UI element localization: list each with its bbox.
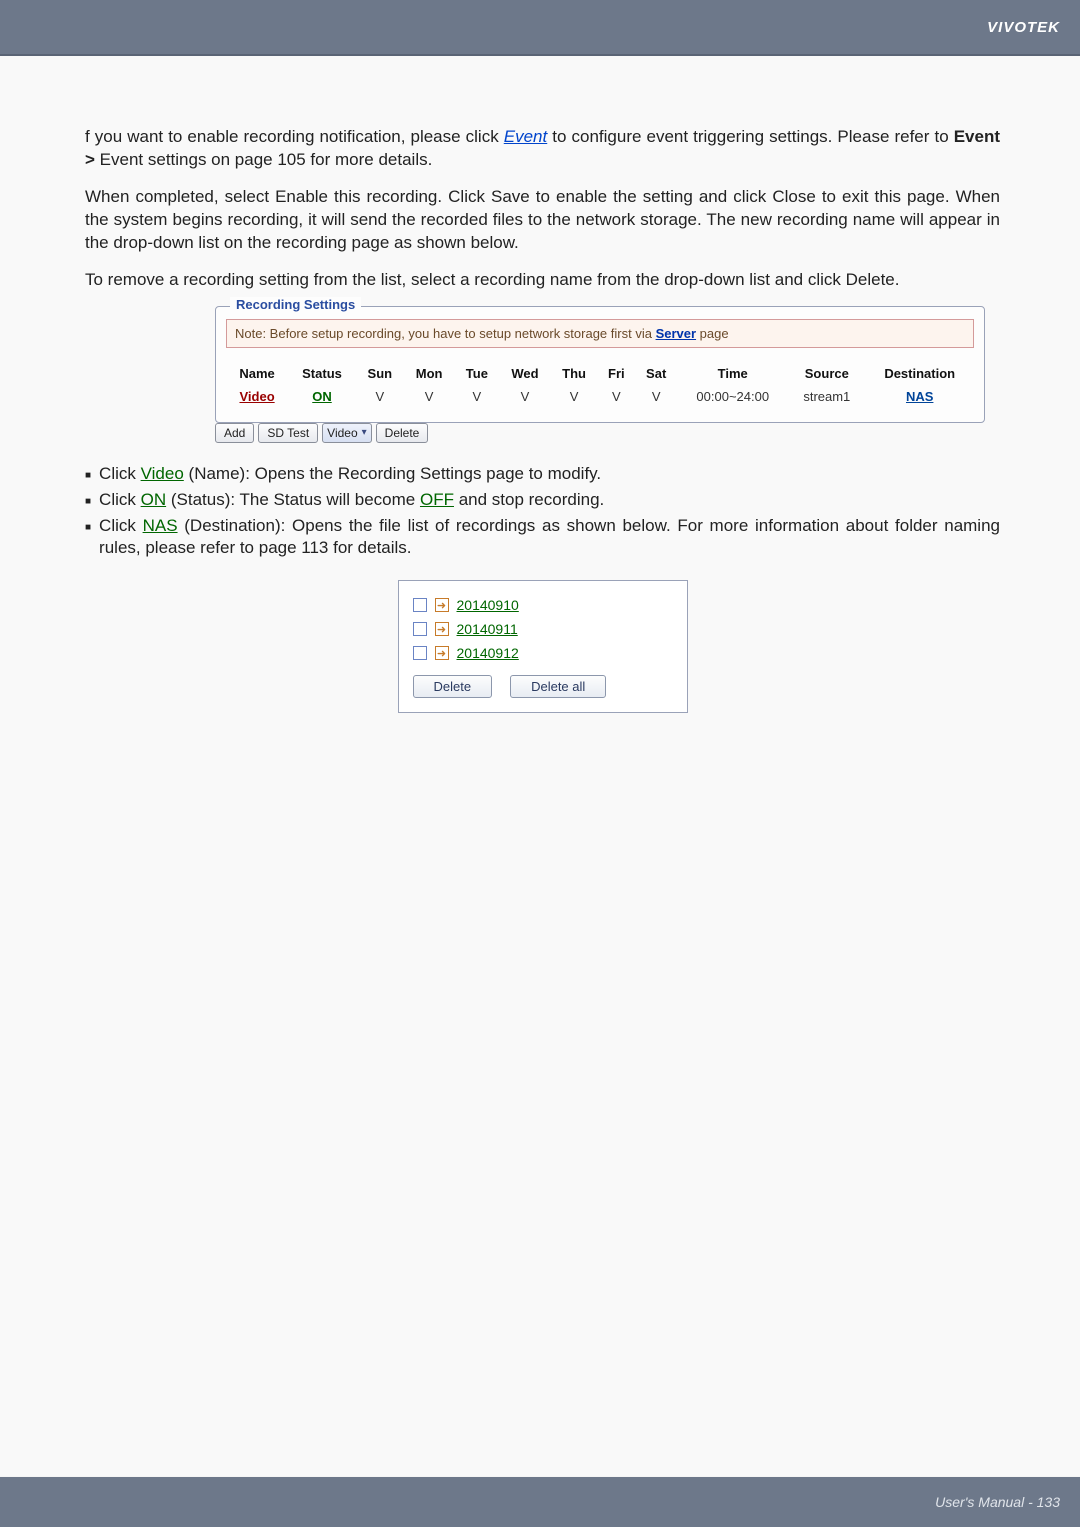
row-tue: V [455, 385, 500, 408]
row-source: stream1 [788, 385, 865, 408]
row-wed: V [499, 385, 550, 408]
arrow-right-icon: ➜ [435, 598, 449, 612]
footer-text: User's Manual - 133 [935, 1494, 1060, 1510]
row-sun: V [356, 385, 404, 408]
text: (Name): Opens the Recording Settings pag… [189, 464, 602, 483]
text: Click [99, 490, 141, 509]
server-link[interactable]: Server [656, 326, 696, 341]
folder-link[interactable]: 20140912 [457, 645, 519, 661]
col-name: Name [226, 362, 288, 385]
note-bar: Note: Before setup recording, you have t… [226, 319, 974, 348]
row-time: 00:00~24:00 [677, 385, 788, 408]
bullet-list: ■ Click Video (Name): Opens the Recordin… [85, 463, 1000, 561]
col-fri: Fri [598, 362, 636, 385]
bullet-2-text: Click ON (Status): The Status will becom… [99, 489, 604, 512]
bullet-icon: ■ [85, 495, 91, 509]
row-sat: V [635, 385, 677, 408]
text: Click [99, 464, 141, 483]
paragraph-2: When completed, select Enable this recor… [85, 186, 1000, 255]
col-sat: Sat [635, 362, 677, 385]
text: to configure event triggering settings. … [552, 127, 953, 146]
paragraph-1: f you want to enable recording notificat… [85, 126, 1000, 172]
folder-link[interactable]: 20140910 [457, 597, 519, 613]
checkbox[interactable] [413, 598, 427, 612]
add-button[interactable]: Add [215, 423, 254, 443]
col-source: Source [788, 362, 865, 385]
off-link[interactable]: OFF [420, 490, 454, 509]
bullet-icon: ■ [85, 521, 91, 535]
text: (Destination): Opens the file list of re… [99, 516, 1000, 558]
file-row: ➜ 20140912 [413, 645, 673, 661]
row-status-link[interactable]: ON [312, 389, 332, 404]
file-panel-buttons: Delete Delete all [413, 675, 673, 698]
recording-controls-row: Add SD Test Video ▾ Delete [215, 423, 1000, 443]
col-destination: Destination [865, 362, 974, 385]
col-thu: Thu [551, 362, 598, 385]
text: and stop recording. [459, 490, 605, 509]
table-row: Video ON V V V V V V V 00:00~24:00 strea… [226, 385, 974, 408]
row-fri: V [598, 385, 636, 408]
col-sun: Sun [356, 362, 404, 385]
bullet-3: ■ Click NAS (Destination): Opens the fil… [85, 515, 1000, 561]
text: (Status): The Status will become [171, 490, 420, 509]
recording-settings-legend: Recording Settings [230, 297, 361, 312]
header-bar: VIVOTEK [0, 0, 1080, 56]
bullet-2: ■ Click ON (Status): The Status will bec… [85, 489, 1000, 512]
content-area: f you want to enable recording notificat… [0, 56, 1080, 713]
row-name-link[interactable]: Video [239, 389, 274, 404]
file-list-panel: ➜ 20140910 ➜ 20140911 ➜ 20140912 Delete … [398, 580, 688, 713]
chevron-down-icon: ▾ [362, 427, 367, 438]
file-row: ➜ 20140910 [413, 597, 673, 613]
col-time: Time [677, 362, 788, 385]
col-wed: Wed [499, 362, 550, 385]
recording-table: Name Status Sun Mon Tue Wed Thu Fri Sat … [226, 362, 974, 408]
table-header-row: Name Status Sun Mon Tue Wed Thu Fri Sat … [226, 362, 974, 385]
footer-bar: User's Manual - 133 [0, 1477, 1080, 1527]
col-status: Status [288, 362, 356, 385]
col-mon: Mon [404, 362, 455, 385]
checkbox[interactable] [413, 646, 427, 660]
paragraph-3: To remove a recording setting from the l… [85, 269, 1000, 292]
col-tue: Tue [455, 362, 500, 385]
note-text: Note: Before setup recording, you have t… [235, 326, 656, 341]
on-link[interactable]: ON [141, 490, 167, 509]
bullet-1: ■ Click Video (Name): Opens the Recordin… [85, 463, 1000, 486]
sd-test-button[interactable]: SD Test [258, 423, 318, 443]
bullet-icon: ■ [85, 469, 91, 483]
text: Event settings on page 105 for more deta… [100, 150, 433, 169]
bullet-1-text: Click Video (Name): Opens the Recording … [99, 463, 601, 486]
nas-link[interactable]: NAS [143, 516, 178, 535]
event-link[interactable]: Event [504, 127, 547, 146]
file-delete-all-button[interactable]: Delete all [510, 675, 606, 698]
row-thu: V [551, 385, 598, 408]
delete-button[interactable]: Delete [376, 423, 429, 443]
file-row: ➜ 20140911 [413, 621, 673, 637]
checkbox[interactable] [413, 622, 427, 636]
row-mon: V [404, 385, 455, 408]
text: f you want to enable recording notificat… [85, 127, 504, 146]
recording-select-value: Video [327, 426, 357, 440]
note-text-b: page [700, 326, 729, 341]
recording-select[interactable]: Video ▾ [322, 423, 372, 443]
video-link[interactable]: Video [141, 464, 184, 483]
row-destination-link[interactable]: NAS [906, 389, 933, 404]
text: Click [99, 516, 143, 535]
folder-link[interactable]: 20140911 [457, 621, 518, 637]
file-delete-button[interactable]: Delete [413, 675, 493, 698]
brand-logo: VIVOTEK [987, 19, 1060, 36]
arrow-right-icon: ➜ [435, 622, 449, 636]
arrow-right-icon: ➜ [435, 646, 449, 660]
recording-settings-panel: Recording Settings Note: Before setup re… [215, 306, 985, 423]
page-body: f you want to enable recording notificat… [0, 56, 1080, 1476]
bullet-3-text: Click NAS (Destination): Opens the file … [99, 515, 1000, 561]
